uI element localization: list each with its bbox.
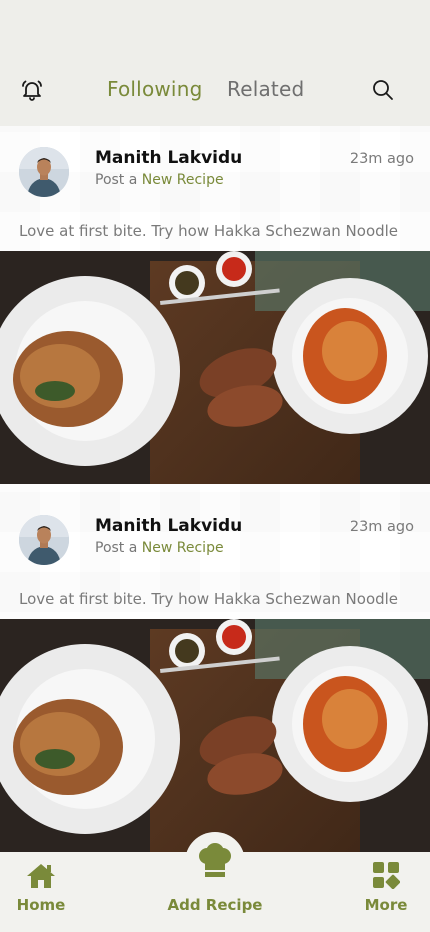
tab-related[interactable]: Related xyxy=(227,77,304,101)
nav-more-label: More xyxy=(364,896,408,914)
bottom-nav: Home Add Recipe More xyxy=(0,832,430,932)
post-time: 23m ago xyxy=(349,151,414,167)
post-action-prefix: Post a xyxy=(95,540,138,556)
author-name[interactable]: Manith Lakvidu xyxy=(95,148,242,168)
feed-tabs: Following Related xyxy=(0,77,430,105)
avatar[interactable] xyxy=(19,515,69,565)
post-caption: Love at first bite. Try how Hakka Schezw… xyxy=(19,222,399,240)
post-caption: Love at first bite. Try how Hakka Schezw… xyxy=(19,590,399,608)
nav-add-recipe-label: Add Recipe xyxy=(167,896,263,914)
nav-home-button[interactable]: Home xyxy=(10,852,72,932)
grid-icon xyxy=(372,861,401,893)
post-time: 23m ago xyxy=(349,519,414,535)
post-action-prefix: Post a xyxy=(95,172,138,188)
post-action: Post a New Recipe xyxy=(95,540,224,556)
recipe-photo[interactable] xyxy=(0,619,430,852)
top-header: Following Related xyxy=(0,0,430,126)
post-action-highlight[interactable]: New Recipe xyxy=(142,172,224,188)
feed: Manith Lakvidu Post a New Recipe 23m ago… xyxy=(0,126,430,852)
nav-home-label: Home xyxy=(16,896,66,914)
nav-add-recipe-button[interactable]: Add Recipe xyxy=(150,832,280,932)
nav-more-button[interactable]: More xyxy=(355,852,417,932)
home-icon xyxy=(25,862,57,894)
search-icon[interactable] xyxy=(371,78,395,102)
tab-following[interactable]: Following xyxy=(107,77,202,101)
avatar[interactable] xyxy=(19,147,69,197)
post-action: Post a New Recipe xyxy=(95,172,224,188)
recipe-photo[interactable] xyxy=(0,251,430,484)
chef-hat-icon xyxy=(196,842,234,884)
author-name[interactable]: Manith Lakvidu xyxy=(95,516,242,536)
post-action-highlight[interactable]: New Recipe xyxy=(142,540,224,556)
